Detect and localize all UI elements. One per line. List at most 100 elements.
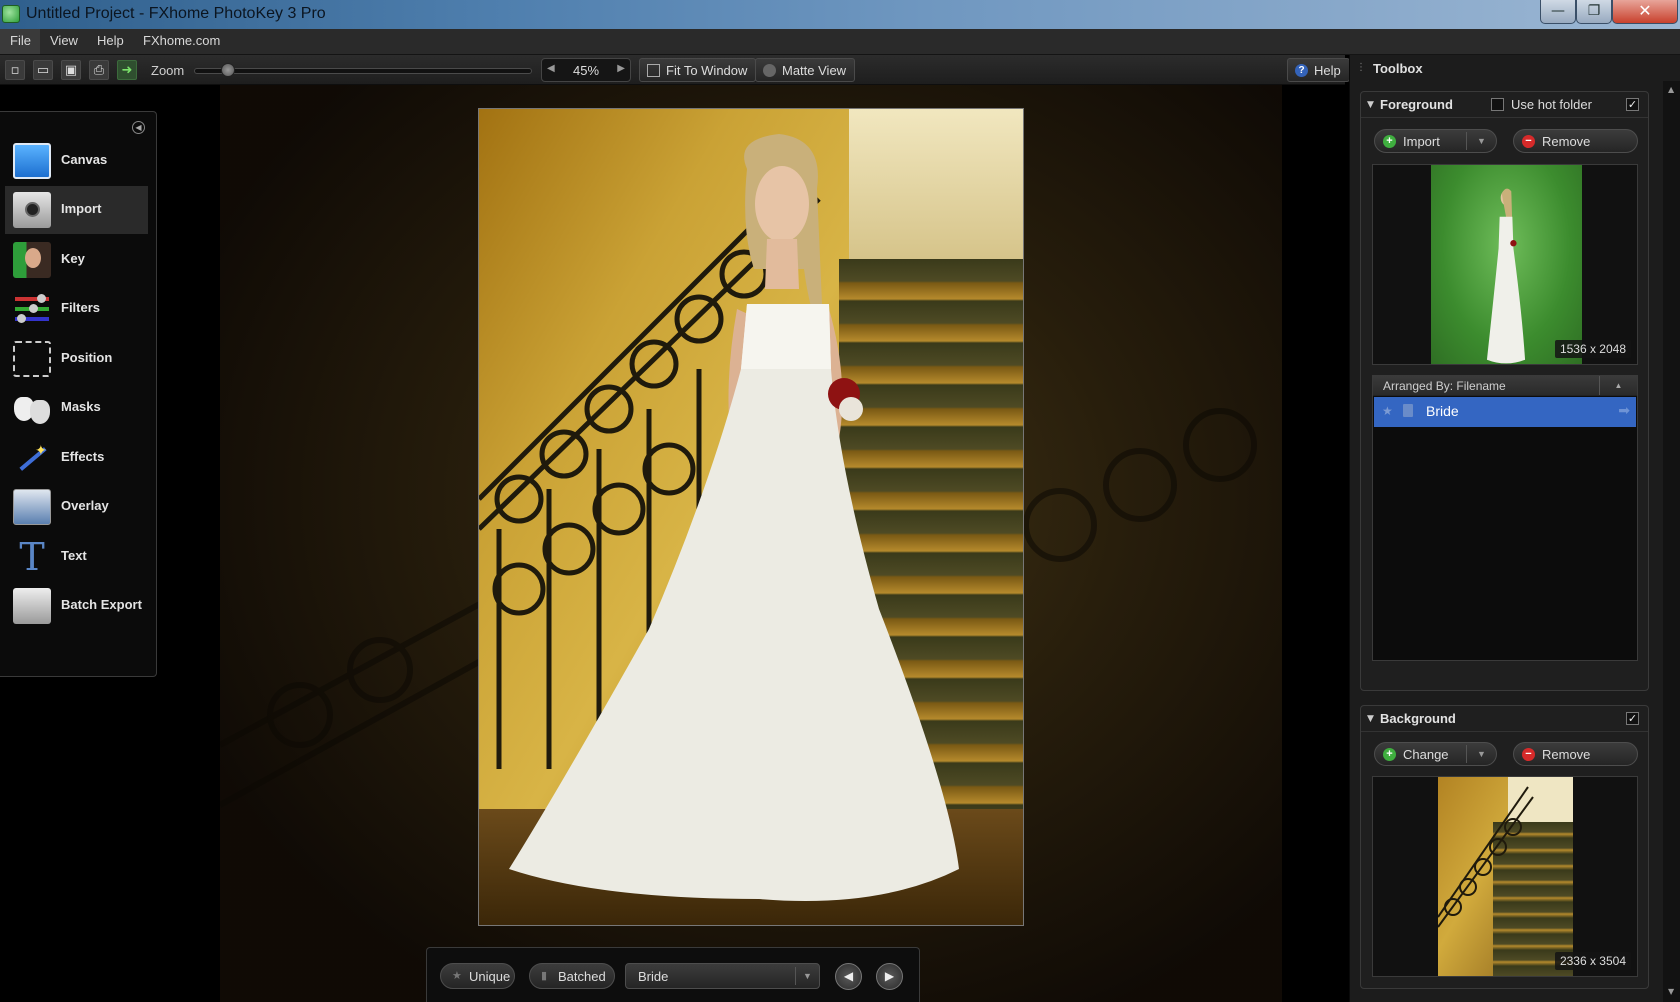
overlay-icon (13, 489, 51, 525)
menu-bar: File View Help FXhome.com (0, 29, 1680, 55)
foreground-enabled-checkbox[interactable]: ✓ (1626, 98, 1639, 111)
tool-masks[interactable]: Masks (5, 384, 148, 432)
menu-view[interactable]: View (50, 33, 78, 48)
background-title: Background (1380, 711, 1456, 726)
chevron-down-icon[interactable]: ▼ (1466, 745, 1496, 763)
tools-panel: ◀ Canvas Import Key Filters Position Mas… (0, 111, 157, 677)
tool-key[interactable]: Key (5, 236, 148, 284)
fit-to-window-button[interactable]: Fit To Window (639, 58, 757, 82)
background-thumbnail[interactable]: 2336 x 3504 (1372, 776, 1638, 977)
tool-import[interactable]: Import (5, 186, 148, 234)
plus-icon: + (1383, 135, 1396, 148)
menu-fxhome[interactable]: FXhome.com (143, 33, 220, 48)
tool-batch-export[interactable]: Batch Export (5, 582, 148, 630)
minus-icon: − (1522, 135, 1535, 148)
canvas-area[interactable] (0, 85, 1345, 1002)
tool-overlay[interactable]: Overlay (5, 483, 148, 531)
batch-file-icon: ▮ (541, 970, 548, 982)
new-icon[interactable]: ▫ (5, 60, 25, 80)
help-button[interactable]: ? Help (1287, 58, 1350, 82)
matte-icon (763, 64, 776, 77)
hot-folder-checkbox[interactable] (1491, 98, 1504, 111)
chevron-down-icon[interactable]: ▼ (795, 967, 819, 985)
close-button[interactable]: ✕ (1612, 0, 1678, 24)
composite-photo[interactable] (478, 108, 1024, 926)
change-button[interactable]: + Change ▼ (1374, 742, 1497, 766)
grip-icon[interactable]: ⋮ (1356, 62, 1366, 73)
chevron-down-icon[interactable]: ▼ (1466, 132, 1496, 150)
zoom-increase-icon[interactable]: ▶ (617, 63, 625, 74)
image-select[interactable]: Bride ▼ (625, 963, 820, 989)
sliders-icon (13, 291, 51, 327)
save-icon[interactable]: ▣ (61, 60, 81, 80)
foreground-section: ▼ Foreground Use hot folder ✓ + Import ▼… (1360, 91, 1649, 691)
text-icon: T (19, 535, 45, 579)
collapse-panel-icon[interactable]: ◀ (132, 121, 145, 134)
zoom-slider-thumb[interactable] (220, 63, 235, 77)
zoom-value-box[interactable]: ◀ 45% ▶ (541, 58, 631, 82)
canvas-icon (13, 143, 51, 179)
plus-icon: + (1383, 748, 1396, 761)
list-item[interactable]: ★ Bride ➡ (1374, 397, 1636, 427)
background-header[interactable]: ▼ Background ✓ (1361, 706, 1648, 732)
open-icon[interactable]: ▭ (33, 60, 53, 80)
background-enabled-checkbox[interactable]: ✓ (1626, 712, 1639, 725)
sort-up-icon[interactable]: ▲ (1599, 376, 1637, 395)
tool-filters[interactable]: Filters (5, 285, 148, 333)
foreground-thumbnail[interactable]: 1536 x 2048 (1372, 164, 1638, 365)
tool-position-label: Position (61, 350, 113, 365)
minus-icon: − (1522, 748, 1535, 761)
image-select-value: Bride (638, 969, 669, 984)
background-remove-button[interactable]: − Remove (1513, 742, 1638, 766)
tool-overlay-label: Overlay (61, 498, 109, 513)
tool-effects[interactable]: ✦ Effects (5, 434, 148, 482)
menu-help[interactable]: Help (97, 33, 124, 48)
toolbox-panel: ⋮ Toolbox ▲ ▼ ▼ Foreground Use hot folde… (1349, 55, 1680, 1002)
scroll-down-icon[interactable]: ▼ (1668, 987, 1674, 996)
matte-view-button[interactable]: Matte View (755, 58, 856, 82)
star-icon[interactable]: ★ (1382, 404, 1393, 418)
list-item-name: Bride (1426, 403, 1459, 419)
bride-figure (509, 134, 959, 901)
next-button[interactable]: ▶ (876, 963, 903, 990)
list-sort-header[interactable]: Arranged By: Filename ▲ (1373, 376, 1637, 396)
previous-button[interactable]: ◀ (835, 963, 862, 990)
menu-file[interactable]: File (0, 29, 40, 54)
tool-masks-label: Masks (61, 399, 101, 414)
expand-triangle-icon[interactable]: ▼ (1367, 100, 1374, 110)
foreground-remove-button[interactable]: − Remove (1513, 129, 1638, 153)
toolbox-header: ⋮ Toolbox (1350, 55, 1663, 81)
background-dimensions: 2336 x 3504 (1554, 952, 1631, 970)
tool-canvas[interactable]: Canvas (5, 137, 148, 185)
scroll-up-icon[interactable]: ▲ (1668, 85, 1674, 94)
zoom-slider[interactable] (194, 68, 532, 74)
toolbox-scrollbar[interactable]: ▲ ▼ (1663, 81, 1680, 1002)
foreground-dimensions: 1536 x 2048 (1554, 340, 1631, 358)
change-label: Change (1403, 747, 1449, 762)
remove-label: Remove (1542, 747, 1591, 762)
expand-triangle-icon[interactable]: ▼ (1367, 714, 1374, 724)
tool-filters-label: Filters (61, 300, 101, 315)
tool-text-label: Text (61, 548, 87, 563)
minimize-button[interactable]: — (1540, 0, 1576, 24)
tool-position[interactable]: Position (5, 335, 148, 383)
print-icon[interactable]: ⎙ (89, 60, 109, 80)
tool-text[interactable]: T Text (5, 533, 148, 581)
toolbox-title: Toolbox (1373, 61, 1423, 76)
foreground-header[interactable]: ▼ Foreground Use hot folder ✓ (1361, 92, 1648, 118)
background-railing-thumb (1438, 786, 1534, 928)
hot-folder-label: Use hot folder (1511, 97, 1592, 112)
file-icon (1403, 404, 1413, 417)
export-arrow-icon[interactable]: ➜ (117, 60, 137, 80)
unique-button[interactable]: ★ Unique (440, 963, 515, 989)
tool-key-label: Key (61, 251, 85, 266)
import-label: Import (1403, 134, 1440, 149)
import-button[interactable]: + Import ▼ (1374, 129, 1497, 153)
foreground-list[interactable]: Arranged By: Filename ▲ ★ Bride ➡ (1372, 375, 1638, 661)
arrow-right-icon[interactable]: ➡ (1618, 403, 1630, 419)
maximize-button[interactable]: ❐ (1576, 0, 1612, 24)
tool-effects-label: Effects (61, 449, 105, 464)
batched-button[interactable]: ▮ Batched (529, 963, 615, 989)
background-image (1438, 777, 1573, 976)
title-bar: Untitled Project - FXhome PhotoKey 3 Pro… (0, 0, 1680, 29)
